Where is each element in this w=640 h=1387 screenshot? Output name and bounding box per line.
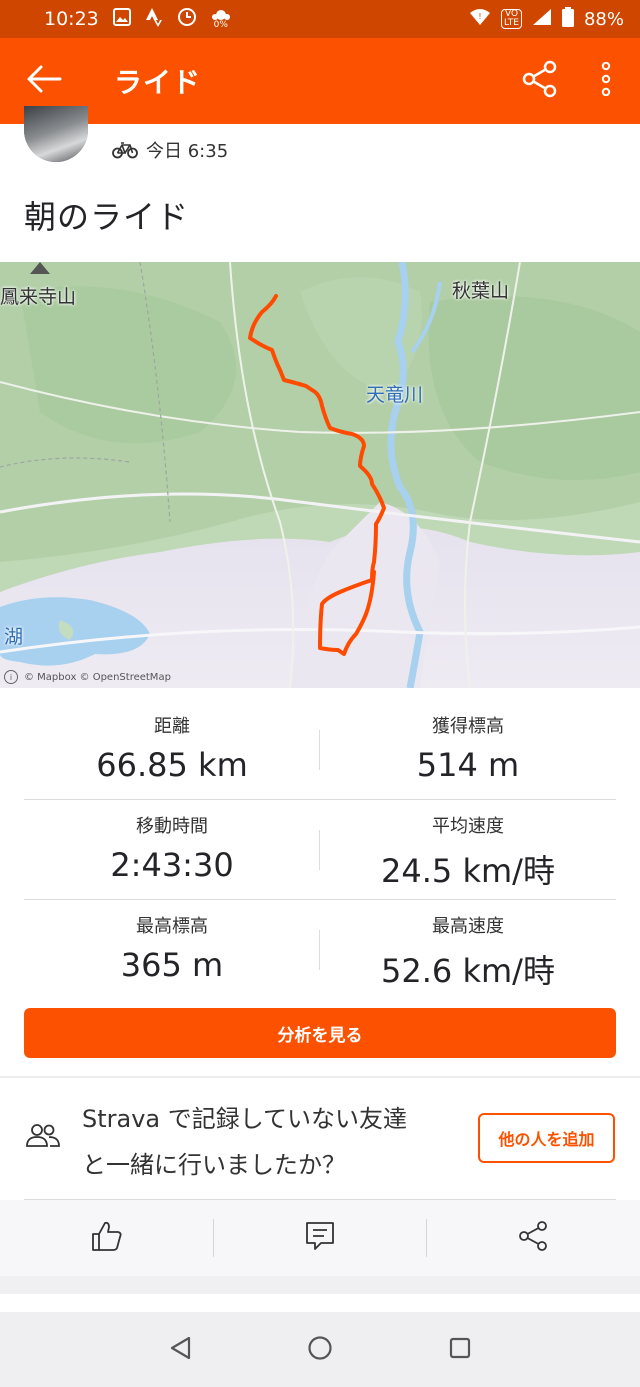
- map-label-place1: 鳳来寺山: [0, 286, 77, 308]
- wifi-icon: !: [469, 8, 491, 31]
- thumbs-up-icon: [90, 1219, 124, 1257]
- stats-row: 移動時間 2:43:30 平均速度 24.5 km/時: [24, 800, 616, 900]
- stat-label: 移動時間: [136, 816, 208, 837]
- stats-row: 最高標高 365 m 最高速度 52.6 km/時: [24, 900, 616, 1000]
- comment-button[interactable]: [213, 1200, 426, 1276]
- data-saver-icon: 0%: [211, 9, 231, 30]
- stat-value: 365 m: [120, 946, 224, 984]
- avatar[interactable]: [24, 106, 88, 162]
- section-gap: [0, 1276, 640, 1294]
- triangle-back-icon: [169, 1336, 191, 1364]
- more-options-button[interactable]: [586, 56, 626, 106]
- nav-home-button[interactable]: [302, 1332, 338, 1368]
- strava-icon: [145, 7, 163, 32]
- stat-moving-time: 移動時間 2:43:30: [24, 812, 320, 884]
- share-icon: [521, 60, 559, 102]
- stat-value: 52.6 km/時: [381, 952, 555, 990]
- arrow-left-icon: [26, 64, 62, 98]
- people-icon: [25, 1122, 61, 1154]
- view-analysis-button[interactable]: 分析を見る: [24, 1008, 616, 1058]
- map-label-place2: 秋葉山: [452, 280, 510, 302]
- stat-label: 距離: [154, 716, 190, 737]
- activity-title: 朝のライド: [24, 198, 190, 236]
- data-rate: 0%: [213, 19, 228, 30]
- clock-download-icon: [177, 7, 197, 32]
- friends-prompt-line2: と一緒に行いましたか？: [82, 1151, 346, 1179]
- share-icon: [517, 1220, 549, 1256]
- add-others-button[interactable]: 他の人を追加: [478, 1113, 615, 1163]
- stat-label: 最高速度: [432, 916, 504, 937]
- map-canvas: [0, 262, 640, 688]
- system-navigation-bar: [0, 1312, 640, 1387]
- stats-row: 距離 66.85 km 獲得標高 514 m: [24, 700, 616, 800]
- stat-label: 最高標高: [136, 916, 208, 937]
- route-map[interactable]: 鳳来寺山 秋葉山 天竜川 湖 i © Mapbox © OpenStreetMa…: [0, 262, 640, 688]
- status-time: 10:23: [44, 8, 99, 30]
- stat-value: 66.85 km: [96, 746, 248, 784]
- nav-back-button[interactable]: [162, 1332, 198, 1368]
- avatar-photo: [24, 106, 88, 162]
- share-activity-button[interactable]: [426, 1200, 639, 1276]
- stat-value: 514 m: [416, 746, 520, 784]
- map-attribution[interactable]: i © Mapbox © OpenStreetMap: [4, 670, 171, 684]
- stat-avg-speed: 平均速度 24.5 km/時: [320, 812, 616, 892]
- status-bar: 10:23 0% ! VO LTE 88%: [0, 0, 640, 38]
- square-recents-icon: [449, 1337, 471, 1363]
- battery-percent: 88%: [583, 8, 624, 30]
- stat-label: 平均速度: [432, 816, 504, 837]
- signal-icon: [532, 8, 552, 31]
- app-bar: ライド: [0, 38, 640, 124]
- social-action-bar: [0, 1200, 640, 1276]
- stat-distance: 距離 66.85 km: [24, 712, 320, 784]
- map-attribution-text: © Mapbox © OpenStreetMap: [24, 671, 171, 683]
- kudos-button[interactable]: [0, 1200, 213, 1276]
- activity-meta: 今日 6:35: [112, 137, 228, 163]
- add-friends-prompt: Strava で記録していない友達 と一緒に行いましたか？ 他の人を追加: [0, 1078, 640, 1200]
- status-notification-icons: 0%: [112, 7, 231, 32]
- friends-prompt-line1: Strava で記録していない友達: [82, 1105, 408, 1133]
- map-label-lake: 湖: [4, 626, 24, 648]
- map-label-river: 天竜川: [366, 384, 424, 406]
- circle-home-icon: [307, 1335, 333, 1365]
- battery-icon: [561, 6, 574, 32]
- stat-max-speed: 最高速度 52.6 km/時: [320, 912, 616, 992]
- stat-max-elevation: 最高標高 365 m: [24, 912, 320, 984]
- friends-prompt-text: Strava で記録していない友達 と一緒に行いましたか？: [82, 1096, 462, 1188]
- activity-date-time: 今日 6:35: [146, 141, 229, 162]
- stat-value: 2:43:30: [110, 846, 234, 884]
- gallery-icon: [112, 7, 131, 31]
- share-button[interactable]: [515, 56, 565, 106]
- comment-icon: [304, 1220, 336, 1256]
- stat-value: 24.5 km/時: [381, 852, 555, 890]
- more-vertical-icon: [601, 61, 611, 100]
- page-title: ライド: [114, 66, 202, 99]
- lte-badge: VO LTE: [501, 9, 522, 29]
- stats-grid: 距離 66.85 km 獲得標高 514 m 移動時間 2:43:30 平均速度…: [24, 700, 616, 1000]
- info-icon: i: [4, 670, 18, 684]
- nav-recents-button[interactable]: [442, 1332, 478, 1368]
- stat-elevation-gain: 獲得標高 514 m: [320, 712, 616, 784]
- svg-text:!: !: [478, 12, 481, 21]
- bike-icon: [112, 141, 138, 159]
- next-section-edge: [0, 1294, 640, 1312]
- stat-label: 獲得標高: [432, 716, 504, 737]
